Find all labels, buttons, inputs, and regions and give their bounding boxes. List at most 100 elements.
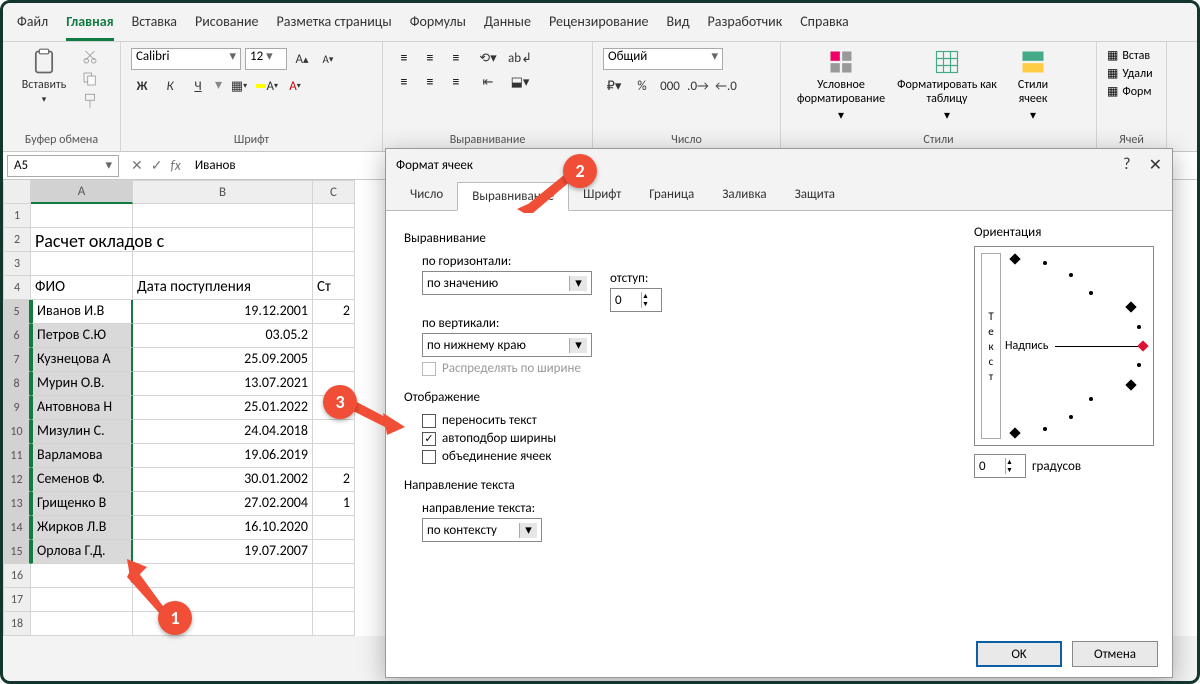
orientation-control[interactable]: Текст Надпись [974, 246, 1154, 446]
v-align-select[interactable]: по нижнему краю▾ [422, 333, 592, 357]
dlg-tab-border[interactable]: Граница [635, 181, 708, 210]
row-header[interactable]: 10 [3, 420, 31, 444]
tab-review[interactable]: Рецензирование [549, 7, 649, 41]
copy-icon[interactable] [81, 70, 99, 88]
tab-view[interactable]: Вид [667, 7, 690, 41]
shrink-to-fit-checkbox[interactable]: ✓автоподбор ширины [422, 431, 950, 446]
row-header[interactable]: 18 [3, 612, 31, 636]
tab-data[interactable]: Данные [484, 7, 531, 41]
cell[interactable] [313, 348, 355, 372]
tab-layout[interactable]: Разметка страницы [277, 7, 392, 41]
align-grid[interactable]: ≡≡≡ ≡≡≡ [393, 48, 467, 92]
cell[interactable]: 2 [313, 468, 355, 492]
row-header[interactable]: 3 [3, 252, 31, 276]
cancel-button[interactable]: Отмена [1072, 641, 1158, 667]
percent-button[interactable]: % [631, 76, 653, 96]
header-date[interactable]: Дата поступления [133, 276, 313, 300]
cell[interactable]: Мизулин С. [31, 420, 133, 444]
currency-button[interactable]: ₽▾ [603, 76, 625, 96]
tab-help[interactable]: Справка [800, 7, 849, 41]
paste-button[interactable]: Вставить ▾ [13, 48, 75, 105]
row-header[interactable]: 2 [3, 228, 31, 252]
cell[interactable]: 03.05.2 [133, 324, 313, 348]
accept-fx-icon[interactable]: ✓ [151, 157, 163, 174]
cell[interactable]: Кузнецова А [31, 348, 133, 372]
cell[interactable]: 30.01.2002 [133, 468, 313, 492]
row-header[interactable]: 13 [3, 492, 31, 516]
help-button[interactable]: ? [1123, 155, 1130, 175]
h-align-select[interactable]: по значению▾ [422, 271, 592, 295]
wrap-text-checkbox[interactable]: переносить текст [422, 413, 950, 428]
header-fio[interactable]: ФИО [31, 276, 133, 300]
dlg-tab-fill[interactable]: Заливка [708, 181, 780, 210]
indent-dec-button[interactable]: ⇤ [477, 72, 499, 92]
cell[interactable]: Варламова [31, 444, 133, 468]
comma-button[interactable]: 000 [659, 76, 681, 96]
inc-decimal-button[interactable]: .0→ [687, 76, 709, 96]
dlg-tab-number[interactable]: Число [396, 181, 457, 210]
insert-cells-button[interactable]: ▦Встав [1107, 48, 1156, 63]
italic-button[interactable]: К [159, 76, 181, 96]
row-header[interactable]: 6 [3, 324, 31, 348]
dec-decimal-button[interactable]: ←.0 [715, 76, 737, 96]
cell[interactable]: Жирков Л.В [31, 516, 133, 540]
tab-insert[interactable]: Вставка [132, 7, 177, 41]
font-color-button[interactable]: A▾ [284, 76, 306, 96]
cell[interactable]: 19.12.2001 [133, 300, 313, 324]
format-cells-button[interactable]: ▦Форм [1107, 84, 1156, 99]
cell[interactable]: 27.02.2004 [133, 492, 313, 516]
cell[interactable]: Петров С.Ю [31, 324, 133, 348]
cell[interactable]: Иванов И.В [31, 300, 133, 324]
format-painter-icon[interactable] [81, 92, 99, 110]
row-header[interactable]: 1 [3, 204, 31, 228]
orientation-button[interactable]: ⟲▾ [477, 48, 499, 68]
row-header[interactable]: 12 [3, 468, 31, 492]
fill-color-button[interactable]: A▾ [256, 76, 278, 96]
conditional-formatting-button[interactable]: Условное форматирование▾ [791, 48, 891, 123]
indent-spinner[interactable]: ▲▼ [610, 288, 662, 312]
underline-button[interactable]: Ч [187, 76, 209, 96]
row-header[interactable]: 15 [3, 540, 31, 564]
header-st[interactable]: Ст [313, 276, 355, 300]
number-format-select[interactable]: Общий▾ [603, 48, 723, 70]
cell[interactable]: Грищенко В [31, 492, 133, 516]
row-header[interactable]: 16 [3, 564, 31, 588]
row-header[interactable]: 17 [3, 588, 31, 612]
text-direction-select[interactable]: по контексту▾ [422, 518, 542, 542]
col-header[interactable]: C [313, 180, 355, 204]
col-header[interactable]: A [31, 180, 133, 204]
tab-formulas[interactable]: Формулы [410, 7, 466, 41]
cell[interactable]: 25.01.2022 [133, 396, 313, 420]
format-as-table-button[interactable]: Форматировать как таблицу▾ [897, 48, 997, 123]
degrees-spinner[interactable]: ▲▼ [974, 454, 1026, 478]
tab-developer[interactable]: Разработчик [708, 7, 783, 41]
row-header[interactable]: 7 [3, 348, 31, 372]
cell[interactable] [313, 516, 355, 540]
wrap-text-button[interactable]: ab↲ [509, 48, 531, 68]
close-button[interactable]: ✕ [1149, 155, 1162, 175]
cell[interactable]: 25.09.2005 [133, 348, 313, 372]
cell[interactable]: Антовнова Н [31, 396, 133, 420]
cell[interactable]: 2 [313, 300, 355, 324]
cell[interactable] [313, 444, 355, 468]
cell[interactable]: 1 [313, 492, 355, 516]
font-name-select[interactable]: Calibri ▾ [131, 48, 241, 70]
row-header[interactable]: 11 [3, 444, 31, 468]
tab-home[interactable]: Главная [66, 7, 113, 41]
row-header[interactable]: 8 [3, 372, 31, 396]
cell[interactable]: 24.04.2018 [133, 420, 313, 444]
merge-button[interactable]: ⬓▾ [509, 72, 531, 92]
borders-button[interactable]: ▦▾ [228, 76, 250, 96]
tab-draw[interactable]: Рисование [195, 7, 259, 41]
font-size-select[interactable]: 12 ▾ [245, 48, 287, 70]
cell[interactable]: Семенов Ф. [31, 468, 133, 492]
title-cell[interactable]: Расчет окладов с [31, 228, 133, 252]
fx-icon[interactable]: fx [170, 157, 180, 174]
cell[interactable] [313, 540, 355, 564]
dlg-tab-protection[interactable]: Защита [781, 181, 849, 210]
cell[interactable]: Орлова Г.Д. [31, 540, 133, 564]
increase-font-icon[interactable]: A▴ [291, 49, 313, 69]
bold-button[interactable]: Ж [131, 76, 153, 96]
merge-cells-checkbox[interactable]: объединение ячеек [422, 449, 950, 464]
row-header[interactable]: 14 [3, 516, 31, 540]
